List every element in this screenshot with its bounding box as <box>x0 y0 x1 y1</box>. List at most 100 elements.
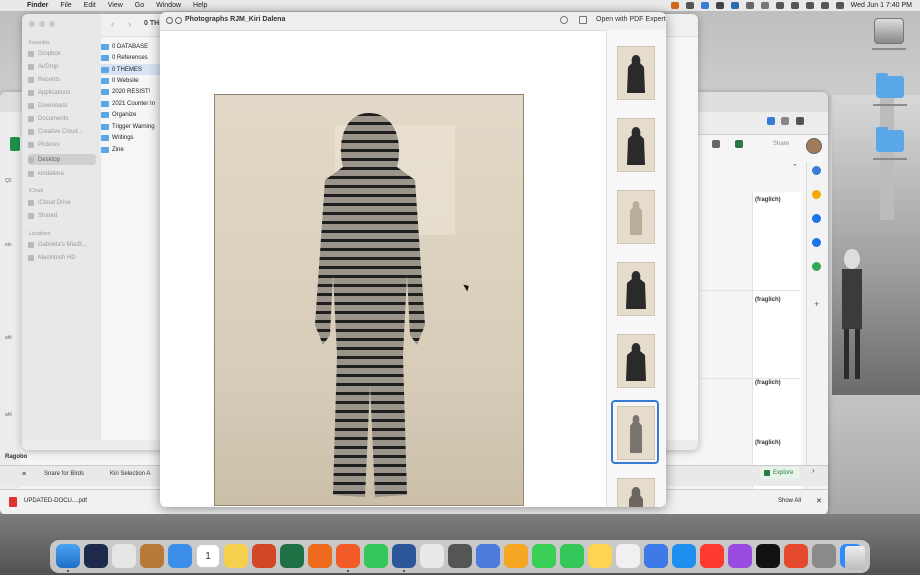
statusbar-app-icon[interactable] <box>715 2 724 9</box>
messages-icon[interactable] <box>532 544 556 568</box>
facetime-icon[interactable] <box>560 544 584 568</box>
app-store-icon[interactable] <box>672 544 696 568</box>
statusbar-app-icon[interactable] <box>745 2 754 9</box>
avatar[interactable] <box>806 138 822 154</box>
sheet-tab[interactable]: Snare for Birds <box>44 471 84 477</box>
list-item[interactable]: 0 DATABASE <box>101 41 161 52</box>
share-icon[interactable] <box>579 16 587 24</box>
page-thumbnail[interactable] <box>617 190 655 244</box>
sidebar-item-desktop[interactable]: Desktop <box>28 154 96 165</box>
music-icon[interactable] <box>700 544 724 568</box>
trash-icon[interactable] <box>845 546 865 570</box>
list-item[interactable]: 2021 Counter In <box>101 98 161 109</box>
desktop-folder-icon[interactable] <box>876 127 904 152</box>
page-thumbnail[interactable] <box>617 118 655 172</box>
powerpoint-icon[interactable] <box>252 544 276 568</box>
photos-icon[interactable] <box>308 544 332 568</box>
statusbar-app-icon[interactable] <box>670 2 679 9</box>
menu-edit[interactable]: Edit <box>84 2 96 9</box>
page-thumbnail[interactable] <box>617 478 655 507</box>
cell-text[interactable]: (fraglich) <box>755 380 781 386</box>
menu-go[interactable]: Go <box>135 2 144 9</box>
sidebar-item-home[interactable]: kiridalena <box>28 168 96 179</box>
window-icon[interactable] <box>796 117 804 125</box>
more-options-icon[interactable] <box>560 16 568 24</box>
page-thumbnail[interactable] <box>617 334 655 388</box>
show-all-button[interactable]: Show All <box>778 498 801 504</box>
control-center-icon[interactable] <box>820 2 829 9</box>
drive-icon[interactable] <box>476 544 500 568</box>
list-item[interactable]: Trigger Warning <box>101 121 161 132</box>
list-item[interactable]: 0 Website <box>101 75 161 86</box>
page-thumbnail[interactable] <box>617 46 655 100</box>
siri-icon[interactable] <box>84 544 108 568</box>
sidebar-item-macbook[interactable]: Gabriela's MacB... <box>28 239 96 250</box>
sidebar-item-airdrop[interactable]: AirDrop <box>28 61 96 72</box>
sidebar-item-creative-cloud[interactable]: Creative Cloud... <box>28 126 96 137</box>
list-item[interactable]: Zine <box>101 144 161 155</box>
open-with-pdf-expert-button[interactable]: Open with PDF Expert <box>596 16 666 23</box>
sidebar-item-recents[interactable]: Recents <box>28 74 96 85</box>
sidebar-item-downloads[interactable]: Downloads <box>28 100 96 111</box>
chat-app-icon[interactable] <box>364 544 388 568</box>
numbers-icon[interactable] <box>616 544 640 568</box>
chevron-right-icon[interactable]: › <box>812 466 815 475</box>
sidebar-item-pictures[interactable]: Pictures <box>28 139 96 150</box>
desktop-folder-icon[interactable] <box>876 73 904 98</box>
sheet-list-icon[interactable]: ≡ <box>22 471 26 478</box>
window-minimize-button[interactable] <box>39 21 45 27</box>
menu-app-name[interactable]: Finder <box>27 2 48 9</box>
calendar-icon[interactable] <box>812 166 821 175</box>
meet-icon[interactable] <box>735 140 743 148</box>
forward-arrow-icon[interactable]: › <box>128 19 131 30</box>
download-filename[interactable]: UPDATED-DOCU....pdf <box>24 498 87 504</box>
statusbar-app-icon[interactable] <box>700 2 709 9</box>
reminders-icon[interactable] <box>420 544 444 568</box>
menu-help[interactable]: Help <box>193 2 207 9</box>
sheet-tab[interactable]: Kiri Selection A <box>110 471 150 477</box>
settings-icon[interactable] <box>448 544 472 568</box>
cell-text[interactable]: (fraglich) <box>755 297 781 303</box>
finder-icon[interactable] <box>56 544 80 568</box>
page-thumbnail[interactable] <box>617 262 655 316</box>
cell-text[interactable]: (fraglich) <box>755 440 781 446</box>
podcasts-icon[interactable] <box>728 544 752 568</box>
sheets-icon[interactable] <box>10 137 20 151</box>
menu-window[interactable]: Window <box>156 2 181 9</box>
menu-clock[interactable]: Wed Jun 1 7:40 PM <box>851 2 912 9</box>
sidebar-item-documents[interactable]: Documents <box>28 113 96 124</box>
list-item[interactable]: 0 THEMES <box>101 64 161 75</box>
window-zoom-button[interactable] <box>49 21 55 27</box>
statusbar-app-icon[interactable] <box>685 2 694 9</box>
word-icon[interactable] <box>392 544 416 568</box>
keynote-icon[interactable] <box>644 544 668 568</box>
keep-icon[interactable] <box>812 190 821 199</box>
sidebar-item-dropbox[interactable]: Dropbox <box>28 48 96 59</box>
sidebar-item-macintosh-hd[interactable]: Macintosh HD <box>28 252 96 263</box>
maps-icon[interactable] <box>812 262 821 271</box>
apple-tv-icon[interactable] <box>756 544 780 568</box>
siri-icon[interactable] <box>835 2 844 9</box>
launchpad-icon[interactable] <box>112 544 136 568</box>
battery-icon[interactable] <box>775 2 784 9</box>
brave-icon[interactable] <box>336 544 360 568</box>
page-thumbnail-selected[interactable] <box>617 406 655 460</box>
cell-text[interactable]: (fraglich) <box>755 197 781 203</box>
chevron-up-icon[interactable]: ⌃ <box>792 163 798 171</box>
notes-app-icon[interactable] <box>140 544 164 568</box>
notes-icon[interactable] <box>224 544 248 568</box>
excel-icon[interactable] <box>280 544 304 568</box>
list-item[interactable]: Organize <box>101 109 161 120</box>
sidebar-item-applications[interactable]: Applications <box>28 87 96 98</box>
screen-recorder-icon[interactable] <box>784 544 808 568</box>
search-icon[interactable] <box>805 2 814 9</box>
close-icon[interactable] <box>166 17 173 24</box>
window-close-button[interactable] <box>29 21 35 27</box>
fullscreen-icon[interactable] <box>175 17 182 24</box>
list-item[interactable]: 2020 RESIST! <box>101 86 161 97</box>
menu-file[interactable]: File <box>60 2 71 9</box>
pen-icon[interactable] <box>767 117 775 125</box>
preview-icon[interactable] <box>812 544 836 568</box>
list-item[interactable]: 0 References <box>101 52 161 63</box>
tasks-icon[interactable] <box>812 214 821 223</box>
